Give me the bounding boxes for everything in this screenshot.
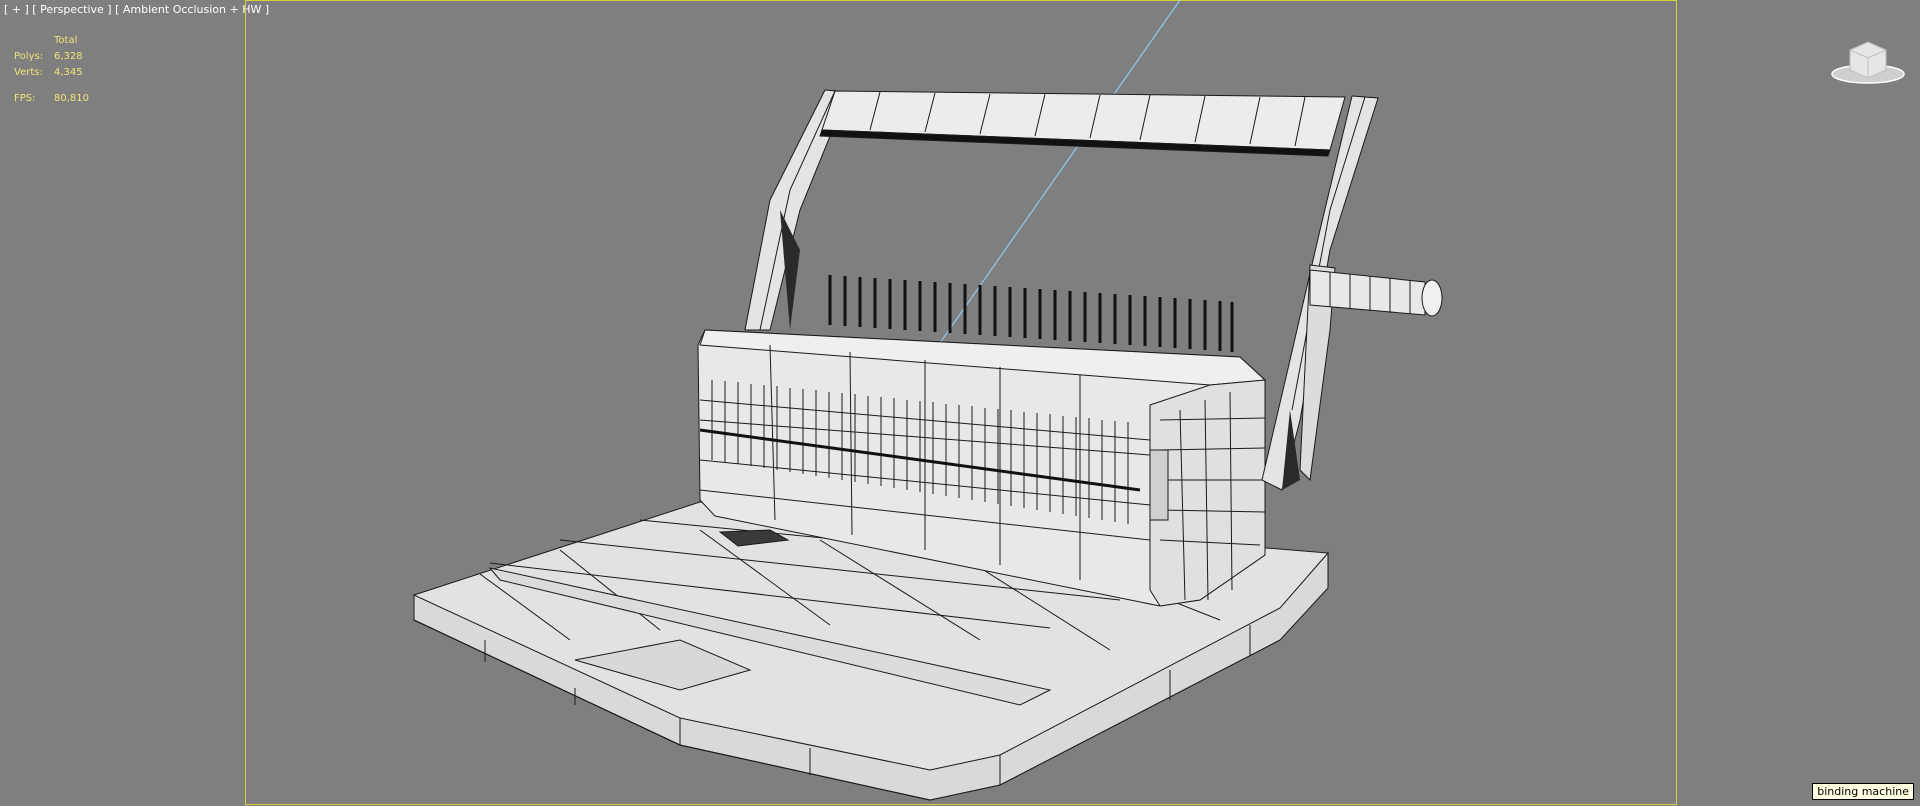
scene-canvas[interactable]	[0, 0, 1920, 806]
object-name-tooltip: binding machine	[1812, 783, 1914, 800]
binding-machine-model[interactable]	[413, 89, 1443, 801]
perspective-viewport[interactable]: [ + ] [ Perspective ] [ Ambient Occlusio…	[0, 0, 1920, 806]
guide-line	[899, 0, 1181, 401]
viewcube-icon[interactable]	[1830, 36, 1906, 86]
